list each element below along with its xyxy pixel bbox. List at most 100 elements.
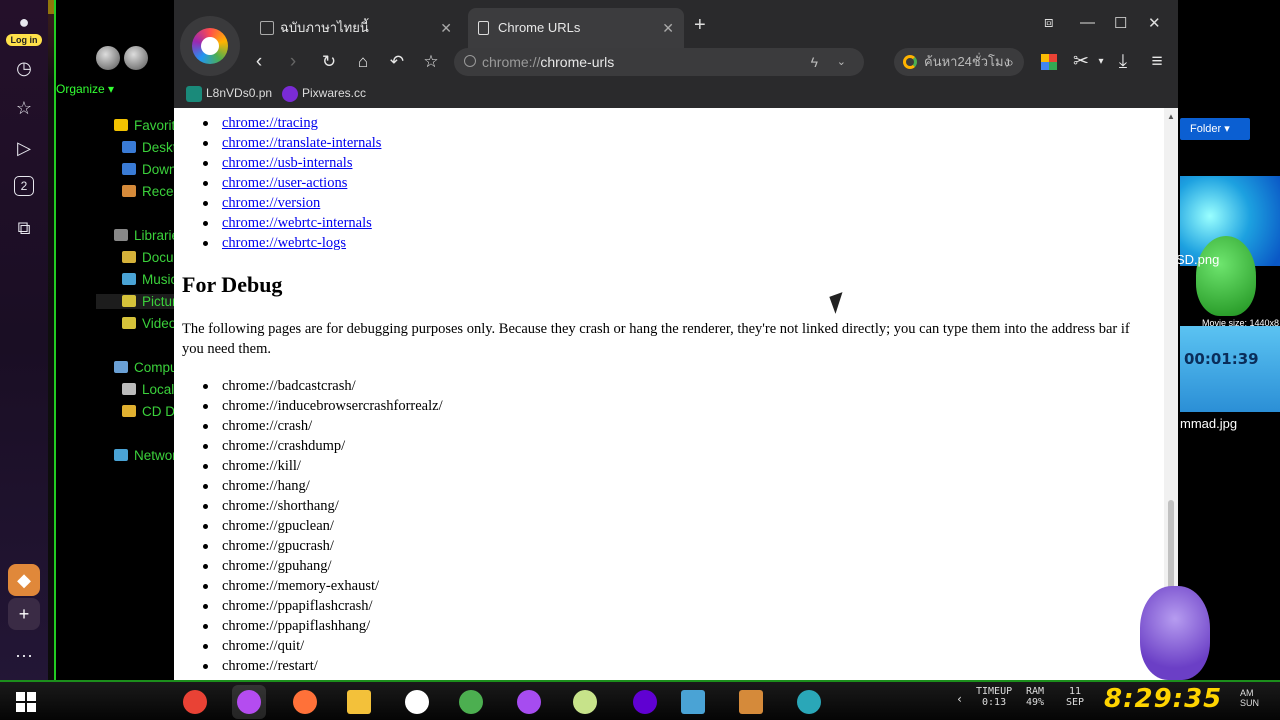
taskbar-app-bs-app[interactable] xyxy=(792,685,826,719)
tree-item[interactable]: Documents xyxy=(122,250,178,265)
ram-value: 49% xyxy=(1026,697,1045,708)
taskbar-app-chrome[interactable] xyxy=(178,685,212,719)
tab-chrome-urls[interactable]: Chrome URLs ✕ xyxy=(468,8,684,48)
tree-item[interactable]: Downloads xyxy=(122,162,178,177)
history-icon[interactable]: ◷ xyxy=(12,56,36,80)
profile-avatar-icon[interactable]: ● xyxy=(12,10,36,34)
movie-size-caption: Movie size: 1440x8 xyxy=(1202,318,1280,328)
login-badge[interactable]: Log in xyxy=(6,34,42,46)
scrollbar-thumb[interactable] xyxy=(1168,500,1174,590)
file-label-sd[interactable]: SD.png xyxy=(1176,252,1219,267)
taskbar-app-browser[interactable] xyxy=(232,685,266,719)
more-options-icon[interactable]: ⋯ xyxy=(12,644,36,668)
download-icon[interactable]: ⤓ xyxy=(1110,48,1136,76)
undo-close-button[interactable]: ↶ xyxy=(384,48,410,76)
chrome-urls-list: chrome://tracing chrome://translate-inter… xyxy=(202,113,381,253)
tree-item[interactable]: Recent Places xyxy=(122,184,178,199)
app-shortcut-icon[interactable]: ◆ xyxy=(8,564,40,596)
tree-item[interactable]: CD Drive xyxy=(122,404,178,419)
tray-chevron-icon[interactable]: ‹ xyxy=(956,693,963,705)
media-player-widget[interactable] xyxy=(1180,326,1280,412)
bookmarks-bar: L8nVDs0.pn Pixwares.cc xyxy=(174,82,1178,108)
tree-item[interactable]: Music xyxy=(122,272,178,287)
windows-start-icon[interactable] xyxy=(16,692,36,712)
chrome-url-link[interactable]: chrome://usb-internals xyxy=(222,155,352,171)
back-nav-icon[interactable] xyxy=(96,46,120,70)
forward-nav-icon[interactable] xyxy=(124,46,148,70)
close-icon[interactable]: ✕ xyxy=(440,8,452,48)
tree-item[interactable]: Local Disk xyxy=(122,382,178,397)
tree-item[interactable]: Libraries xyxy=(114,228,178,243)
url-text[interactable]: chrome://chrome-urls xyxy=(482,48,614,76)
tree-item-label: Computer xyxy=(134,360,178,375)
search-icon[interactable]: ⌕ xyxy=(1006,48,1014,76)
list-item: chrome://usb-internals xyxy=(202,153,381,173)
notes-app-icon xyxy=(573,690,597,714)
folder-icon xyxy=(122,163,136,175)
folder-button[interactable]: Folder ▾ xyxy=(1180,118,1250,140)
debug-url-item: chrome://restart/ xyxy=(203,656,443,676)
list-item: chrome://webrtc-logs xyxy=(202,233,381,253)
chrome-url-link[interactable]: chrome://user-actions xyxy=(222,175,347,191)
reload-button[interactable]: ↻ xyxy=(316,48,342,76)
taskbar-app-green-app[interactable] xyxy=(454,685,488,719)
organize-menu[interactable]: Organize ▾ xyxy=(56,82,114,96)
bookmark-star-button[interactable]: ☆ xyxy=(418,48,444,76)
taskbar-app-notes-app[interactable] xyxy=(568,685,602,719)
chrome-url-link[interactable]: chrome://version xyxy=(222,195,320,211)
tree-item[interactable]: Favorites xyxy=(114,118,178,133)
clock[interactable]: 8:29:35 xyxy=(1104,684,1222,714)
chrome-url-link[interactable]: chrome://tracing xyxy=(222,115,318,131)
chrome-url-link[interactable]: chrome://webrtc-internals xyxy=(222,215,372,231)
screenshot-icon[interactable]: ⧉ xyxy=(12,216,36,240)
lightning-icon[interactable]: ϟ xyxy=(811,48,818,76)
taskbar-app-yandex[interactable] xyxy=(400,685,434,719)
bookmarks-star-icon[interactable]: ☆ xyxy=(12,96,36,120)
tab-thai-page[interactable]: ฉบับภาษาไทยนี้ ✕ xyxy=(250,8,462,48)
tree-item[interactable]: Videos xyxy=(122,316,178,331)
chrome-url-link[interactable]: chrome://webrtc-logs xyxy=(222,235,346,251)
home-button[interactable]: ⌂ xyxy=(350,48,376,76)
back-button[interactable]: ‹ xyxy=(246,48,272,76)
chrome-url-link[interactable]: chrome://translate-internals xyxy=(222,135,381,151)
minimize-button[interactable]: — xyxy=(1080,14,1095,31)
taskbar-app-file-explorer[interactable] xyxy=(342,685,376,719)
debug-url-item: chrome://crashdump/ xyxy=(203,436,443,456)
menu-icon[interactable]: ≡ xyxy=(1144,48,1170,76)
play-icon[interactable]: ▷ xyxy=(12,136,36,160)
close-icon[interactable]: ✕ xyxy=(662,8,674,48)
taskbar-app-photos[interactable] xyxy=(676,685,710,719)
tab-menu-icon[interactable]: ⧈ xyxy=(1044,14,1054,31)
taskbar-app-yahoo[interactable] xyxy=(628,685,662,719)
address-bar[interactable]: chrome://chrome-urls ϟ ⌄ xyxy=(454,48,864,76)
bs-app-icon xyxy=(797,690,821,714)
taskbar-app-purple-app[interactable] xyxy=(512,685,546,719)
debug-url-item: chrome://kill/ xyxy=(203,456,443,476)
site-info-icon[interactable] xyxy=(464,55,476,67)
tree-item-label: Local Disk xyxy=(142,382,178,397)
search-box[interactable]: ค้นหา24ชั่วโมง ⌕ xyxy=(894,48,1024,76)
parrot-mascot xyxy=(1196,236,1256,316)
bookmark-pixwares[interactable]: Pixwares.cc xyxy=(282,86,367,102)
add-shortcut-icon[interactable]: + xyxy=(8,598,40,630)
taskbar-app-toolbox[interactable] xyxy=(734,685,768,719)
extensions-grid-icon[interactable] xyxy=(1036,48,1062,76)
new-tab-button[interactable]: + xyxy=(694,14,706,37)
scroll-up-arrow[interactable]: ▲ xyxy=(1167,112,1175,121)
close-window-button[interactable]: ✕ xyxy=(1148,14,1161,32)
tree-item[interactable]: Pictures xyxy=(96,294,178,309)
chevron-down-icon[interactable]: ⌄ xyxy=(837,48,846,76)
number-badge-icon[interactable]: 2 xyxy=(14,176,34,196)
file-label-mmad[interactable]: mmad.jpg xyxy=(1180,416,1237,431)
browser-sidebar: ● Log in ◷ ☆ ▷ 2 ⧉ ◆ + ⋯ xyxy=(0,0,48,686)
maximize-button[interactable]: ☐ xyxy=(1114,14,1127,32)
folder-icon xyxy=(122,251,136,263)
bookmark-label: Pixwares.cc xyxy=(302,86,367,100)
bonzi-mascot xyxy=(1140,586,1210,680)
taskbar-app-firefox[interactable] xyxy=(288,685,322,719)
tree-item[interactable]: Computer xyxy=(114,360,178,375)
tree-item[interactable]: Desktop xyxy=(122,140,178,155)
forward-button[interactable]: › xyxy=(280,48,306,76)
tree-item[interactable]: Network xyxy=(114,448,178,463)
bookmark-l8nvds0[interactable]: L8nVDs0.pn xyxy=(186,86,272,102)
